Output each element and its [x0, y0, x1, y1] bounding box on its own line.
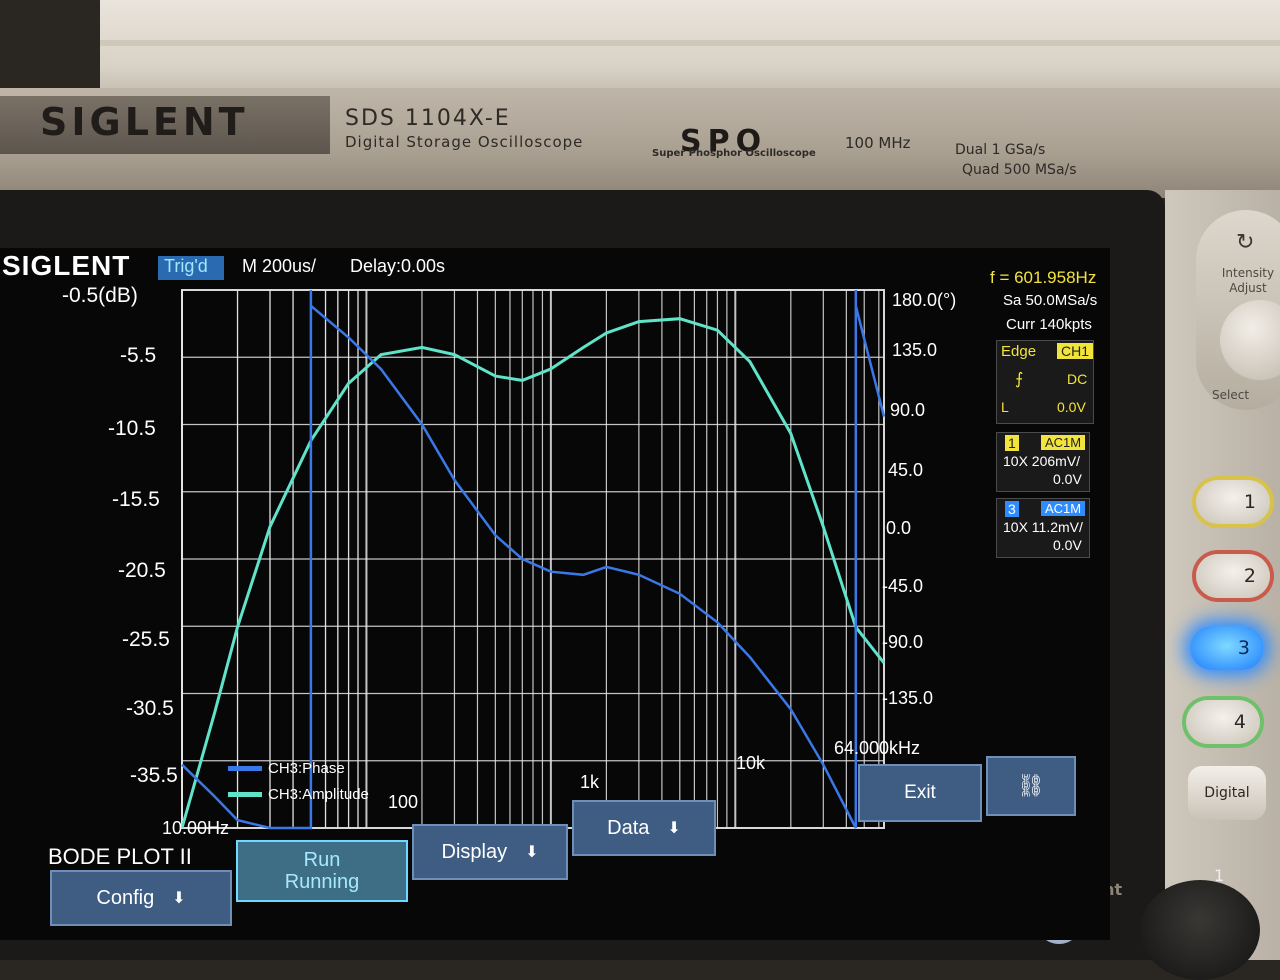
- legend-swatch: [228, 766, 262, 771]
- amp-axis-label: -5.5: [120, 344, 156, 368]
- freq-axis-label: 100: [388, 792, 418, 813]
- device-model-subtitle: Digital Storage Oscilloscope: [345, 133, 583, 151]
- sample-rate-readout: Sa 50.0MSa/s: [1003, 292, 1097, 309]
- phase-axis-label: 135.0: [892, 340, 937, 361]
- screen-logo: SIGLENT: [0, 250, 130, 282]
- amp-axis-label: -0.5(dB): [62, 284, 138, 308]
- rising-edge-icon: ⨍: [1015, 369, 1023, 388]
- legend-amplitude: CH3:Amplitude: [228, 786, 369, 803]
- freq-axis-label: 64.000kHz: [834, 738, 920, 759]
- spo-subtitle: Super Phosphor Oscilloscope: [652, 148, 816, 159]
- trigger-status: Trig'd: [158, 256, 224, 280]
- select-label: Select: [1212, 388, 1249, 402]
- trigger-level-label: L: [1001, 399, 1009, 415]
- channel-offset: 0.0V: [1053, 537, 1082, 553]
- channel-4-button[interactable]: 4: [1186, 700, 1260, 744]
- phase-axis-label: -90.0: [882, 632, 923, 653]
- channel-scale: 10X 206mV/: [1003, 453, 1080, 469]
- trigger-source: CH1: [1057, 343, 1093, 359]
- channel-coupling: AC1M: [1041, 501, 1085, 516]
- freq-axis-label: 10k: [736, 753, 765, 774]
- digital-button[interactable]: Digital: [1188, 766, 1266, 820]
- amp-axis-label: -35.5: [130, 764, 178, 788]
- channel-1-button[interactable]: 1: [1196, 480, 1270, 524]
- phase-axis-label: 90.0: [890, 400, 925, 421]
- channel-3-button[interactable]: 3: [1190, 626, 1264, 670]
- softkey-label: Config: [96, 887, 154, 910]
- channel-number: 1: [1005, 435, 1019, 451]
- phase-axis-label: 0.0: [886, 518, 911, 539]
- device-brand-logo: SIGLENT: [40, 100, 249, 144]
- arrow-down-icon: ⬇: [172, 888, 185, 908]
- trigger-coupling: DC: [1067, 371, 1087, 387]
- legend-swatch: [228, 792, 262, 797]
- bode-plot-title: BODE PLOT II: [48, 844, 192, 870]
- exit-button[interactable]: Exit: [858, 764, 982, 822]
- amp-axis-label: -15.5: [112, 488, 160, 512]
- device-model: SDS 1104X-E: [345, 106, 511, 131]
- channel-2-button[interactable]: 2: [1196, 554, 1270, 598]
- freq-axis-label: 1k: [580, 772, 599, 793]
- channel-number: 3: [1005, 501, 1019, 517]
- oscilloscope-screen: SIGLENT Trig'd M 200us/ Delay:0.00s f = …: [0, 248, 1110, 940]
- vertical-position-knob[interactable]: [1140, 880, 1260, 980]
- legend-label: CH3:Amplitude: [268, 786, 369, 803]
- knob-label: 1: [1214, 866, 1224, 885]
- softkey-status: Running: [285, 871, 360, 893]
- display-softkey[interactable]: Display ⬇: [412, 824, 568, 880]
- legend-phase: CH3:Phase: [228, 760, 345, 777]
- phase-axis-label: -135.0: [882, 688, 933, 709]
- amp-axis-label: -20.5: [118, 559, 166, 583]
- arrow-down-icon: ⬇: [525, 842, 538, 862]
- amp-axis-label: -10.5: [108, 417, 156, 441]
- bandwidth-label: 100 MHz: [845, 134, 911, 152]
- trigger-type: Edge: [1001, 343, 1036, 360]
- sample-rate-dual: Dual 1 GSa/s: [955, 142, 1045, 158]
- legend-label: CH3:Phase: [268, 760, 345, 777]
- memory-depth-readout: Curr 140kpts: [1006, 316, 1092, 333]
- trigger-level-value: 0.0V: [1057, 399, 1086, 415]
- phase-axis-label: 180.0(°): [892, 290, 956, 311]
- softkey-label: Display: [442, 841, 508, 864]
- paper-sheet: [100, 0, 1280, 95]
- phase-axis-label: 45.0: [888, 460, 923, 481]
- channel-3-panel[interactable]: 3 AC1M 10X 11.2mV/ 0.0V: [996, 498, 1090, 558]
- data-softkey[interactable]: Data ⬇: [572, 800, 716, 856]
- channel-coupling: AC1M: [1041, 435, 1085, 450]
- intensity-icon: ↻: [1236, 230, 1254, 255]
- intensity-label: Intensity Adjust: [1216, 266, 1280, 296]
- amp-axis-label: -30.5: [126, 697, 174, 721]
- config-softkey[interactable]: Config ⬇: [50, 870, 232, 926]
- run-softkey[interactable]: Run Running: [236, 840, 408, 902]
- freq-axis-label: 10.00Hz: [162, 818, 229, 839]
- timebase-label[interactable]: M 200us/: [242, 256, 316, 277]
- channel-scale: 10X 11.2mV/: [1003, 519, 1083, 535]
- network-icon[interactable]: ⛓: [986, 756, 1076, 816]
- softkey-label: Run: [304, 849, 341, 871]
- trigger-panel[interactable]: Edge CH1 ⨍ DC L 0.0V: [996, 340, 1094, 424]
- amp-axis-label: -25.5: [122, 628, 170, 652]
- softkey-label: Data: [607, 817, 649, 840]
- sample-rate-quad: Quad 500 MSa/s: [962, 162, 1077, 178]
- arrow-down-icon: ⬇: [667, 818, 680, 838]
- channel-offset: 0.0V: [1053, 471, 1082, 487]
- delay-label[interactable]: Delay:0.00s: [350, 256, 445, 277]
- frequency-counter: f = 601.958Hz: [990, 268, 1096, 288]
- channel-1-panel[interactable]: 1 AC1M 10X 206mV/ 0.0V: [996, 432, 1090, 492]
- phase-axis-label: -45.0: [882, 576, 923, 597]
